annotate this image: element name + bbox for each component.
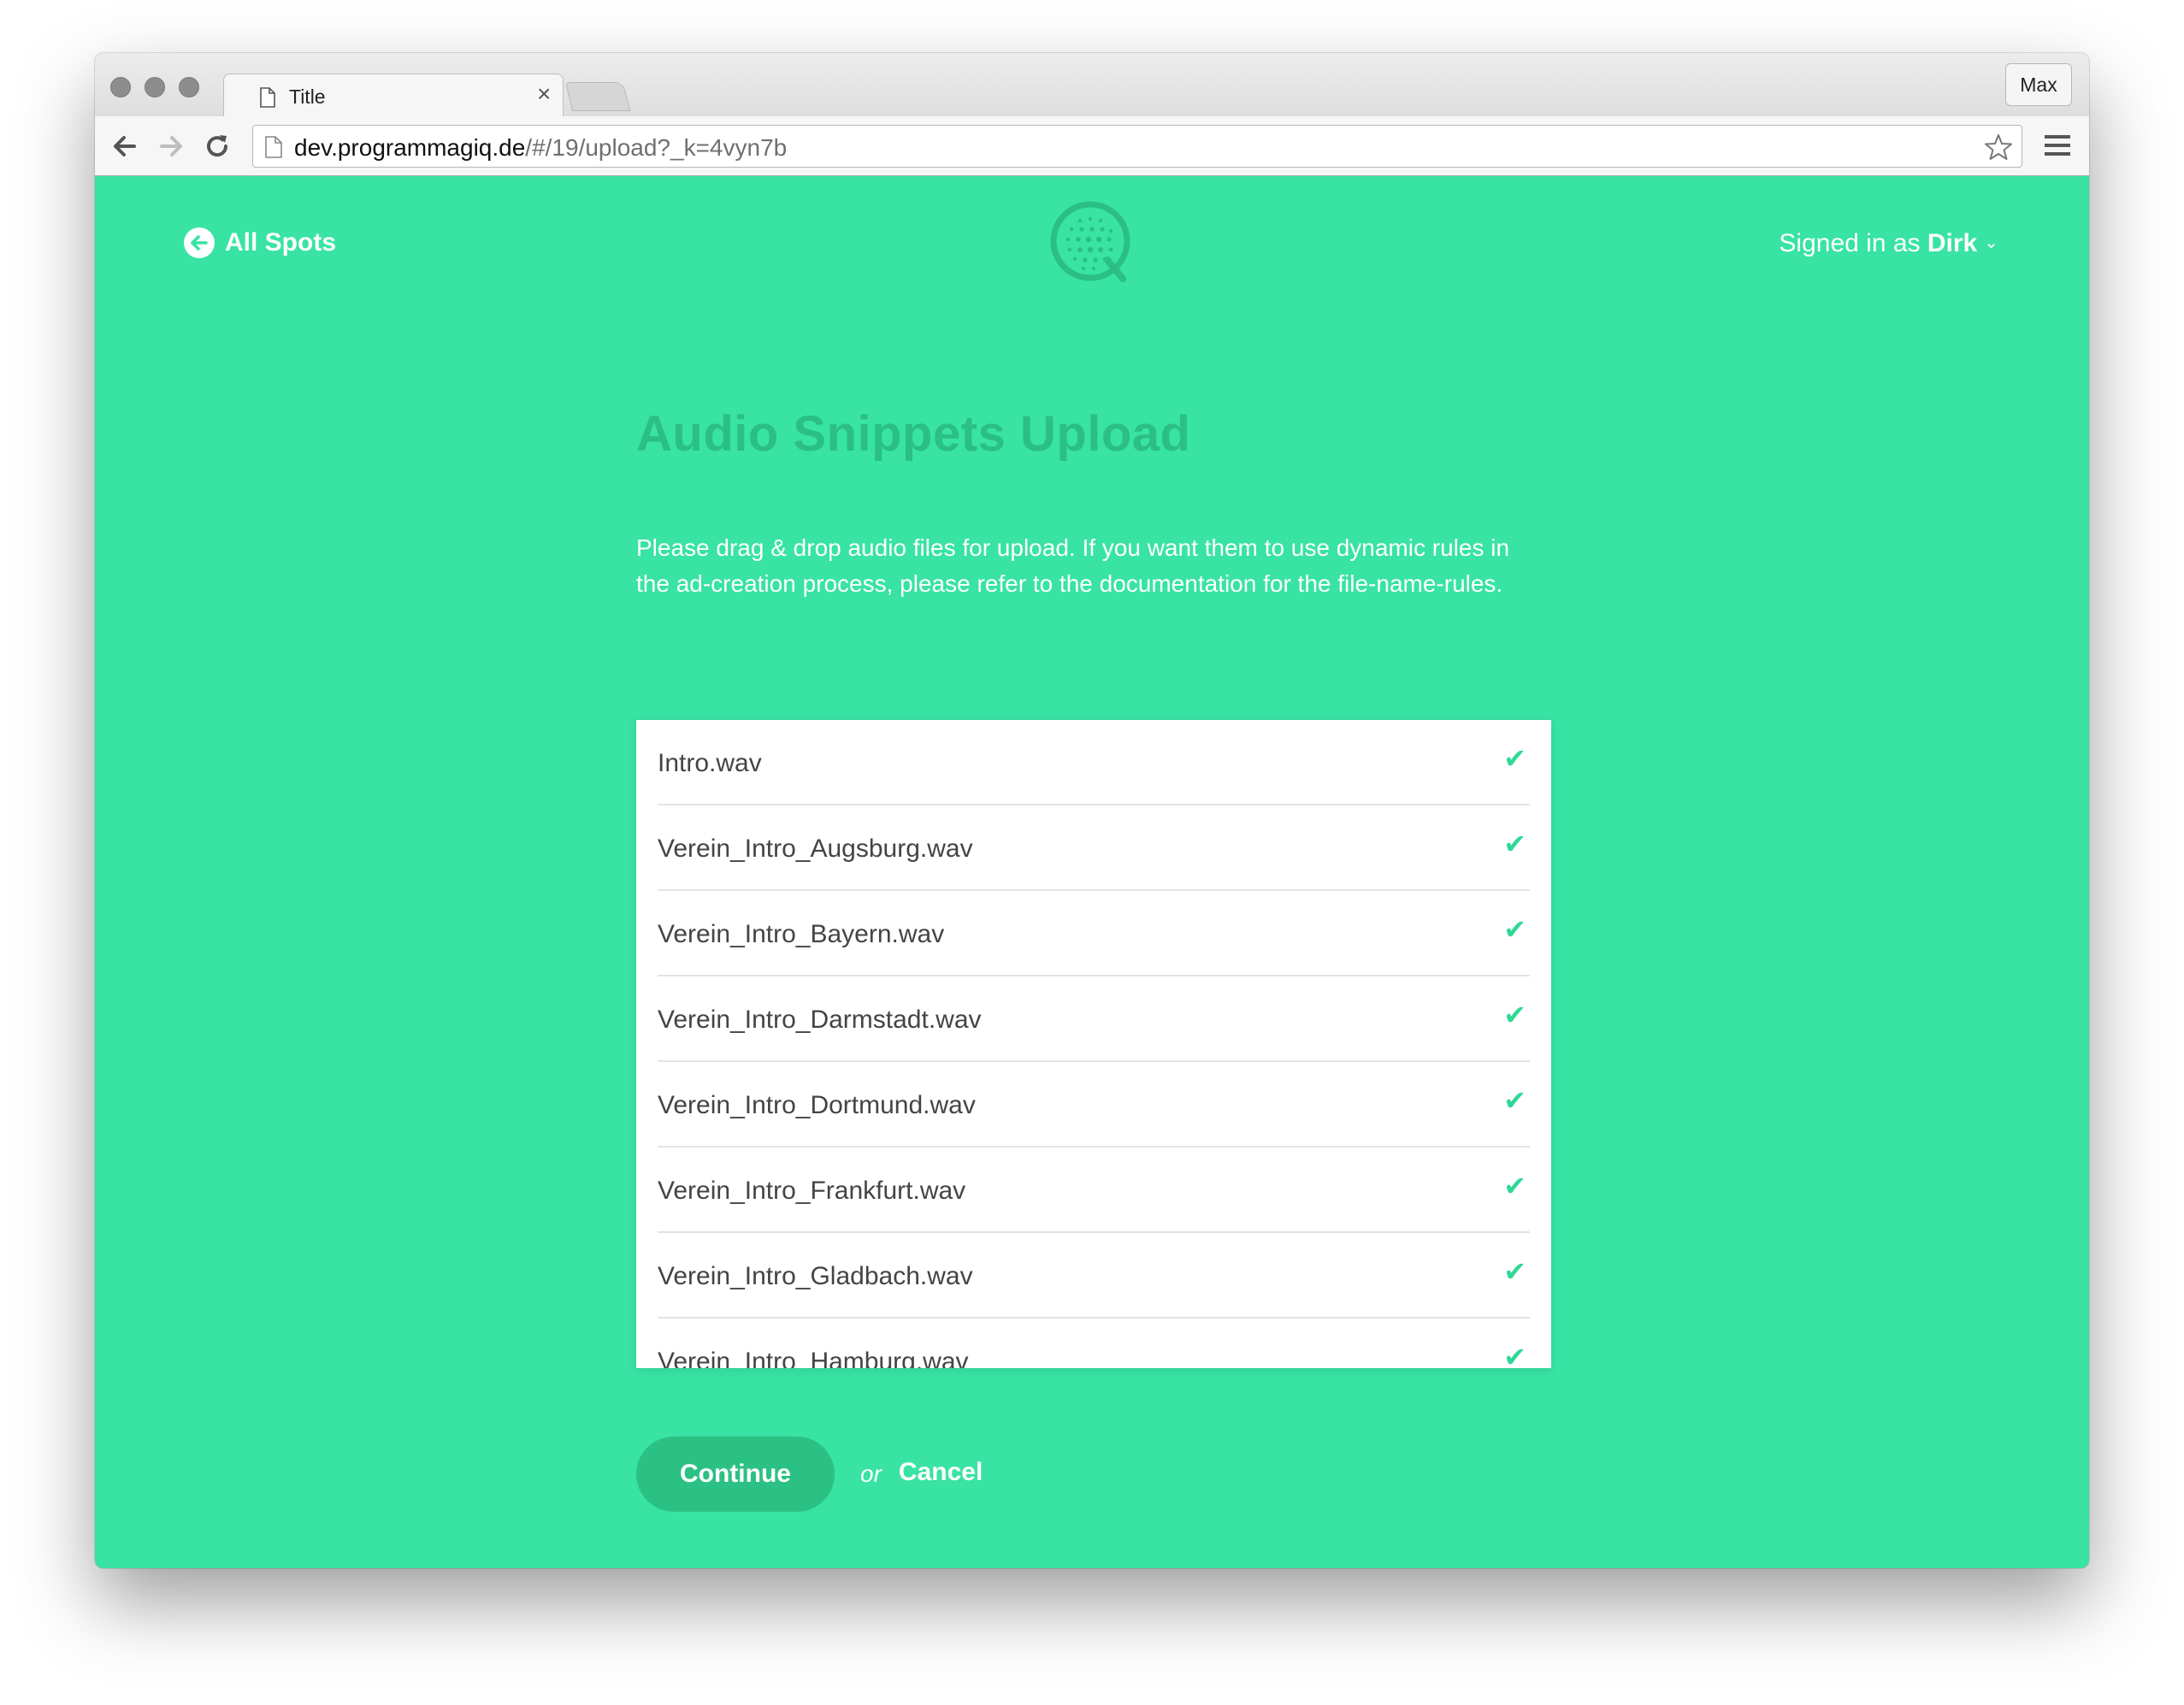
file-list-item: Intro.wav ✔: [658, 720, 1530, 805]
file-name: Verein_Intro_Hamburg.wav: [658, 1348, 969, 1368]
file-list: Intro.wav ✔ Verein_Intro_Augsburg.wav ✔ …: [636, 720, 1551, 1368]
check-icon: ✔: [1503, 1171, 1526, 1201]
url-host: dev.programmagiq.de: [294, 134, 526, 161]
chevron-down-icon: ⌄: [1984, 233, 1998, 252]
reload-icon[interactable]: [201, 130, 233, 162]
check-icon: ✔: [1503, 1085, 1526, 1116]
check-icon: ✔: [1503, 1256, 1526, 1287]
form-actions: Continue or Cancel: [636, 1437, 983, 1512]
check-icon: ✔: [1503, 914, 1526, 945]
upload-description: Please drag & drop audio files for uploa…: [636, 534, 1510, 597]
user-menu[interactable]: Signed in as Dirk ⌄: [1779, 229, 1998, 258]
file-list-item: Verein_Intro_Hamburg.wav ✔: [658, 1319, 1530, 1368]
file-name: Intro.wav: [658, 749, 762, 777]
continue-button[interactable]: Continue: [636, 1437, 835, 1512]
file-list-item: Verein_Intro_Frankfurt.wav ✔: [658, 1147, 1530, 1233]
title-bar: Title × Max: [95, 53, 2089, 118]
new-tab-button[interactable]: [564, 82, 631, 111]
profile-button[interactable]: Max: [2005, 63, 2072, 106]
signed-in-prefix: Signed in as: [1779, 229, 1921, 257]
url-path: /#/19/upload?_k=4vyn7b: [525, 134, 788, 161]
app-content: All Spots Signed in as Dirk ⌄ Audio Snipp…: [95, 176, 2089, 1568]
browser-window: Title × Max dev.programmagiq.de/#/19/upl…: [95, 53, 2089, 1568]
url-text: dev.programmagiq.de/#/19/upload?_k=4vyn7…: [294, 134, 787, 162]
or-separator: or: [860, 1460, 882, 1487]
page-title: Audio Snippets Upload: [636, 406, 1191, 462]
bookmark-star-icon[interactable]: [1984, 133, 2013, 162]
file-list-item: Verein_Intro_Darmstadt.wav ✔: [658, 976, 1530, 1062]
upload-drop-zone[interactable]: Intro.wav ✔ Verein_Intro_Augsburg.wav ✔ …: [636, 720, 1551, 1368]
file-list-item: Verein_Intro_Bayern.wav ✔: [658, 891, 1530, 976]
tab-title: Title: [289, 86, 326, 108]
back-arrow-icon[interactable]: [109, 130, 141, 162]
check-icon: ✔: [1503, 1000, 1526, 1030]
minimize-window-button[interactable]: [145, 77, 165, 97]
file-name: Verein_Intro_Darmstadt.wav: [658, 1006, 982, 1034]
forward-arrow-icon[interactable]: [155, 130, 187, 162]
file-list-item: Verein_Intro_Dortmund.wav ✔: [658, 1062, 1530, 1147]
back-circle-arrow-icon: [184, 227, 215, 258]
close-window-button[interactable]: [110, 77, 131, 97]
file-name: Verein_Intro_Bayern.wav: [658, 920, 945, 948]
programmagiq-logo: [1050, 201, 1130, 282]
check-icon: ✔: [1503, 1342, 1526, 1368]
browser-toolbar: dev.programmagiq.de/#/19/upload?_k=4vyn7…: [95, 116, 2089, 176]
browser-menu-icon[interactable]: [2045, 133, 2070, 157]
file-list-item: Verein_Intro_Gladbach.wav ✔: [658, 1233, 1530, 1319]
check-icon: ✔: [1503, 829, 1526, 859]
file-name: Verein_Intro_Frankfurt.wav: [658, 1177, 966, 1205]
all-spots-link[interactable]: All Spots: [184, 227, 336, 258]
user-name: Dirk: [1927, 229, 1978, 257]
browser-tab[interactable]: Title ×: [223, 74, 564, 118]
document-icon: [260, 87, 275, 108]
all-spots-label: All Spots: [225, 228, 337, 257]
file-name: Verein_Intro_Dortmund.wav: [658, 1091, 976, 1119]
address-bar[interactable]: dev.programmagiq.de/#/19/upload?_k=4vyn7…: [252, 125, 2022, 168]
page-icon: [265, 136, 282, 158]
file-name: Verein_Intro_Gladbach.wav: [658, 1262, 973, 1290]
check-icon: ✔: [1503, 743, 1526, 774]
zoom-window-button[interactable]: [179, 77, 199, 97]
file-name: Verein_Intro_Augsburg.wav: [658, 835, 973, 863]
tab-close-icon[interactable]: ×: [537, 81, 551, 107]
file-list-item: Verein_Intro_Augsburg.wav ✔: [658, 805, 1530, 891]
cancel-link[interactable]: Cancel: [899, 1458, 983, 1487]
